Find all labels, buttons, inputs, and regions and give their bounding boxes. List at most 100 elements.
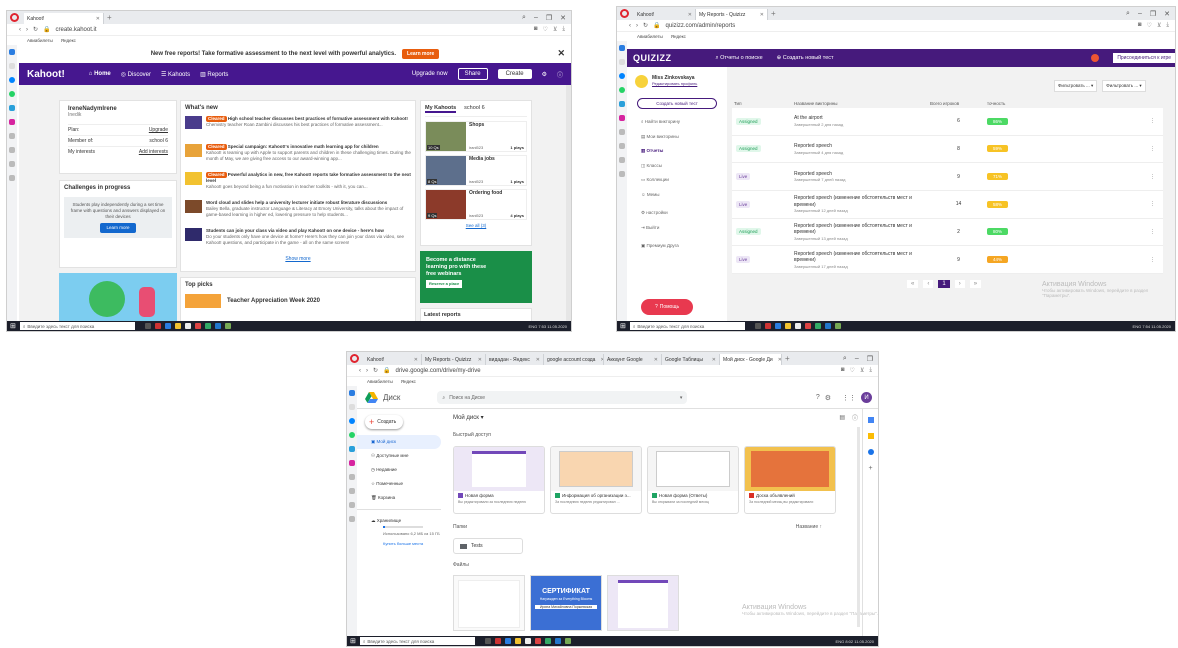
home-icon[interactable]: [9, 49, 15, 55]
quick-file-card[interactable]: Информация об организации э... За последн…: [550, 446, 642, 514]
app-icon[interactable]: [544, 638, 551, 644]
close-icon[interactable]: ✕: [411, 357, 418, 363]
heart-icon[interactable]: ♡: [1147, 22, 1152, 29]
top-pick-item[interactable]: Teacher Appreciation Week 2020: [185, 294, 411, 308]
settings-icon[interactable]: ⚙: [825, 394, 831, 402]
first-page-icon[interactable]: «: [907, 280, 919, 288]
browser-tab[interactable]: Аккаунт Google ✕: [604, 354, 662, 365]
heart-icon[interactable]: ♡: [850, 367, 855, 374]
bookmark-item[interactable]: Авиабилеты: [637, 34, 663, 39]
cart-icon[interactable]: ⊻: [553, 26, 557, 33]
reload-icon[interactable]: ↻: [373, 367, 378, 374]
create-quiz-button[interactable]: Создать новый тест: [637, 98, 717, 109]
settings-icon[interactable]: ⚙: [542, 71, 547, 78]
app-icon[interactable]: [204, 323, 211, 329]
edit-profile-link[interactable]: Редактировать профиль: [652, 81, 697, 86]
bookmark-item[interactable]: Авиабилеты: [367, 379, 393, 384]
app-icon[interactable]: [804, 323, 811, 329]
scrollbar[interactable]: [857, 427, 860, 627]
last-page-icon[interactable]: »: [969, 280, 982, 288]
table-row[interactable]: Assigned Reported speech Завершенный 4 дня…: [732, 135, 1163, 164]
browser-tab[interactable]: My Reports - Quizizz ✕: [696, 9, 768, 20]
row-menu-icon[interactable]: ⋮: [1150, 146, 1163, 152]
search-icon[interactable]: ⌕: [1126, 10, 1130, 18]
upgrade-link[interactable]: Upgrade: [149, 127, 168, 133]
task-view-icon[interactable]: [144, 323, 151, 329]
back-icon[interactable]: ‹: [19, 27, 21, 33]
row-menu-icon[interactable]: ⋮: [1150, 174, 1163, 180]
quizizz-logo[interactable]: QUIZIZZ: [633, 53, 672, 63]
challenges-learn-more-button[interactable]: Learn more: [100, 223, 136, 234]
apps-grid-icon[interactable]: ⋮⋮: [842, 394, 856, 402]
store-icon[interactable]: [794, 323, 801, 329]
close-window-icon[interactable]: ✕: [560, 14, 566, 22]
scrollbar[interactable]: [566, 85, 571, 321]
create-button[interactable]: Create: [497, 69, 532, 79]
info-icon[interactable]: ⓘ: [557, 70, 571, 79]
url-field[interactable]: quizizz.com/admin/reports: [666, 23, 736, 29]
nav-kahoots[interactable]: ☰ Kahoots: [161, 71, 190, 78]
home-icon[interactable]: [349, 390, 355, 396]
news-item[interactable]: Cleared Special campaign: Kahoot!'s inno…: [185, 144, 411, 168]
prev-page-icon[interactable]: ‹: [923, 280, 934, 288]
sidebar-item-my-quizzes[interactable]: ▤ Мои викторины: [641, 130, 727, 145]
nav-home[interactable]: ⌂ Home: [89, 71, 111, 77]
filter-dropdown[interactable]: Фильтровать ... ▾: [1054, 80, 1098, 92]
reserve-place-button[interactable]: Reserve a place: [426, 280, 463, 288]
sidebar-item-classes[interactable]: ◫ Классы: [641, 159, 727, 174]
see-all-link[interactable]: See all (3): [425, 223, 527, 228]
download-icon[interactable]: ⤓: [869, 367, 872, 374]
whatsapp-icon[interactable]: [9, 91, 15, 97]
camera-icon[interactable]: ◙: [1138, 22, 1142, 29]
grid-icon[interactable]: [619, 143, 625, 149]
quick-file-card[interactable]: Новая форма Вы редактировали за последнюю…: [453, 446, 545, 514]
star-icon[interactable]: [349, 404, 355, 410]
messenger-icon[interactable]: [619, 73, 625, 79]
app-icon[interactable]: [194, 323, 201, 329]
heart-icon[interactable]: ♡: [543, 26, 548, 33]
task-view-icon[interactable]: [484, 638, 491, 644]
browser-tab[interactable]: Мой диск - Google Ди ✕: [720, 354, 782, 365]
windows-start-icon[interactable]: ⊞: [350, 637, 356, 645]
new-tab-icon[interactable]: +: [785, 354, 790, 363]
new-tab-icon[interactable]: +: [771, 9, 776, 18]
opera-taskbar-icon[interactable]: [494, 638, 501, 644]
messenger-icon[interactable]: [349, 418, 355, 424]
row-menu-icon[interactable]: ⋮: [1150, 118, 1163, 124]
task-view-icon[interactable]: [754, 323, 761, 329]
back-icon[interactable]: ‹: [629, 23, 631, 29]
filter-dropdown[interactable]: Фильтровать ... ▾: [1102, 80, 1146, 92]
download-icon[interactable]: ⤓: [1166, 22, 1169, 29]
close-icon[interactable]: ✕: [557, 48, 565, 59]
sidebar-item-memes[interactable]: ☺ Мемы: [641, 188, 727, 203]
grid-icon[interactable]: [349, 488, 355, 494]
add-addon-icon[interactable]: +: [868, 465, 872, 472]
sidebar-item-collections[interactable]: ▭ Коллекции: [641, 173, 727, 188]
clock-time[interactable]: 8:02: [845, 639, 853, 644]
close-icon[interactable]: ✕: [533, 357, 540, 363]
webinar-promo[interactable]: Become a distance learning pro with thes…: [420, 251, 532, 303]
tab-school[interactable]: school 6: [464, 105, 485, 113]
clock-date[interactable]: 11.05.2020: [854, 639, 874, 644]
file-card[interactable]: [453, 575, 525, 631]
tasks-icon[interactable]: [867, 449, 874, 455]
learn-more-button[interactable]: Learn more: [402, 49, 440, 59]
sidebar-item-logout[interactable]: ⇥ Выйти: [641, 221, 727, 236]
cart-icon[interactable]: ⊻: [860, 367, 864, 374]
language-indicator[interactable]: ENG: [836, 639, 845, 644]
sort-by-name[interactable]: Название ↑: [796, 524, 822, 530]
camera-icon[interactable]: ◙: [534, 26, 538, 33]
language-indicator[interactable]: ENG: [1133, 324, 1142, 329]
close-icon[interactable]: ✕: [651, 357, 658, 363]
url-field[interactable]: drive.google.com/drive/my-drive: [396, 368, 481, 374]
notifications-icon[interactable]: [1091, 54, 1100, 62]
sidebar-item-settings[interactable]: ⚙ настройки: [641, 206, 727, 221]
row-menu-icon[interactable]: ⋮: [1150, 201, 1163, 207]
tab-my-kahoots[interactable]: My Kahoots: [425, 105, 457, 113]
upgrade-link[interactable]: Upgrade now: [412, 71, 448, 77]
minimize-icon[interactable]: –: [855, 355, 859, 363]
search-options-icon[interactable]: ▾: [680, 395, 688, 401]
windows-start-icon[interactable]: ⊞: [620, 322, 626, 330]
close-window-icon[interactable]: ✕: [1164, 10, 1170, 18]
store-icon[interactable]: [524, 638, 531, 644]
